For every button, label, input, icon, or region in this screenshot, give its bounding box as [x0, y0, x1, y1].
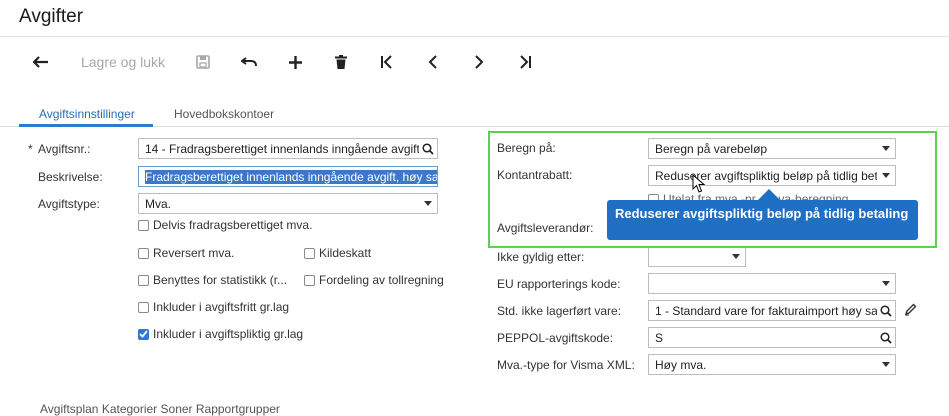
- checkbox-avgiftspliktig-label: Inkluder i avgiftspliktig gr.lag: [153, 327, 304, 341]
- tooltip-arrow: [758, 189, 780, 200]
- active-tab-indicator: [19, 124, 153, 127]
- avgiftsnr-field[interactable]: 14 - Fradragsberettiget innenlands inngå…: [138, 138, 438, 159]
- checkbox-statistikk-label: Benyttes for statistikk (r...: [153, 273, 288, 287]
- beskrivelse-label: Beskrivelse:: [38, 170, 103, 184]
- save-button[interactable]: [191, 50, 215, 74]
- mouse-cursor-icon: [692, 173, 706, 197]
- checkbox-box[interactable]: [138, 274, 149, 286]
- checkbox-delvis[interactable]: Delvis fradragsberettiget mva.: [138, 218, 312, 232]
- next-record-button[interactable]: [467, 50, 491, 74]
- checkmark-icon: [139, 330, 148, 338]
- visma-xml-label: Mva.-type for Visma XML:: [497, 358, 635, 372]
- ikke-gyldig-label: Ikke gyldig etter:: [497, 250, 585, 264]
- checkbox-kildeskatt-label: Kildeskatt: [319, 246, 372, 260]
- previous-record-icon: [428, 55, 437, 69]
- peppol-value: S: [655, 330, 664, 345]
- plus-icon: [288, 55, 302, 69]
- checkbox-avgiftsfritt[interactable]: Inkluder i avgiftsfritt gr.lag: [138, 300, 289, 314]
- kontantrabatt-tooltip: Reduserer avgiftspliktig beløp på tidlig…: [607, 200, 918, 240]
- checkbox-box[interactable]: [138, 219, 149, 231]
- undo-icon: [241, 57, 257, 67]
- checkbox-box[interactable]: [304, 247, 315, 259]
- tab-hovedbokskontoer[interactable]: Hovedbokskontoer: [174, 107, 274, 121]
- previous-record-button[interactable]: [421, 50, 445, 74]
- floppy-disk-icon: [196, 55, 210, 69]
- save-and-close-button[interactable]: Lagre og lukk: [76, 50, 170, 74]
- checkbox-statistikk[interactable]: Benyttes for statistikk (r...: [138, 273, 287, 287]
- checkbox-reversert-label: Reversert mva.: [153, 246, 235, 260]
- page-title: Avgifter: [19, 6, 84, 27]
- header-divider: [0, 36, 949, 37]
- back-arrow-icon: [33, 56, 48, 68]
- visma-xml-select[interactable]: Høy mva.: [648, 354, 896, 375]
- chevron-down-icon: [877, 355, 895, 374]
- checkbox-tollregning[interactable]: Fordeling av tollregning: [304, 273, 444, 287]
- std-vare-field[interactable]: 1 - Standard vare for fakturaimport høy …: [648, 300, 896, 321]
- beskrivelse-value: Fradragsberettiget innenlands inngående …: [145, 169, 437, 184]
- back-button[interactable]: [29, 50, 53, 74]
- beskrivelse-field[interactable]: Fradragsberettiget innenlands inngående …: [138, 166, 438, 187]
- tab-avgiftsinnstillinger[interactable]: Avgiftsinnstillinger: [39, 107, 135, 121]
- add-button[interactable]: [283, 50, 307, 74]
- bottom-tabs[interactable]: Avgiftsplan Kategorier Soner Rapportgrup…: [40, 402, 280, 416]
- checkbox-avgiftspliktig[interactable]: Inkluder i avgiftspliktig gr.lag: [138, 327, 303, 341]
- first-record-icon: [381, 55, 392, 69]
- edit-pencil-icon[interactable]: [904, 303, 917, 319]
- checkbox-delvis-label: Delvis fradragsberettiget mva.: [153, 218, 313, 232]
- last-record-icon: [520, 55, 531, 69]
- checkbox-avgiftsfritt-label: Inkluder i avgiftsfritt gr.lag: [153, 300, 290, 314]
- checkbox-box[interactable]: [138, 301, 149, 313]
- chevron-down-icon: [419, 194, 437, 213]
- checkbox-box[interactable]: [138, 247, 149, 259]
- last-record-button[interactable]: [513, 50, 537, 74]
- checkbox-box[interactable]: [304, 274, 315, 286]
- checkbox-tollregning-label: Fordeling av tollregning: [319, 273, 444, 287]
- eu-kode-label: EU rapporterings kode:: [497, 277, 621, 291]
- first-record-button[interactable]: [375, 50, 399, 74]
- avgiftsnr-value: 14 - Fradragsberettiget innenlands inngå…: [145, 141, 419, 156]
- eu-kode-select[interactable]: [648, 273, 896, 294]
- std-vare-label: Std. ikke lagerført vare:: [497, 304, 622, 318]
- avgiftstype-value: Mva.: [145, 196, 172, 211]
- peppol-field[interactable]: S: [648, 327, 896, 348]
- required-marker: *: [28, 142, 33, 156]
- avgiftstype-select[interactable]: Mva.: [138, 193, 438, 214]
- next-record-icon: [475, 55, 484, 69]
- delete-button[interactable]: [329, 50, 353, 74]
- avgiftsnr-label: Avgiftsnr.:: [38, 142, 91, 156]
- avgiftstype-label: Avgiftstype:: [38, 197, 100, 211]
- save-and-close-label: Lagre og lukk: [80, 54, 166, 70]
- chevron-down-icon: [727, 247, 745, 266]
- search-icon[interactable]: [419, 139, 437, 158]
- checkbox-box-checked[interactable]: [138, 328, 149, 340]
- visma-xml-value: Høy mva.: [655, 357, 707, 372]
- checkbox-reversert[interactable]: Reversert mva.: [138, 246, 234, 260]
- checkbox-kildeskatt[interactable]: Kildeskatt: [304, 246, 371, 260]
- std-vare-value: 1 - Standard vare for fakturaimport høy …: [655, 303, 877, 318]
- undo-button[interactable]: [237, 50, 261, 74]
- ikke-gyldig-date-field[interactable]: [648, 246, 746, 267]
- peppol-label: PEPPOL-avgiftskode:: [497, 331, 614, 345]
- search-icon[interactable]: [877, 301, 895, 320]
- search-icon[interactable]: [877, 328, 895, 347]
- trash-icon: [335, 55, 347, 69]
- chevron-down-icon: [877, 274, 895, 293]
